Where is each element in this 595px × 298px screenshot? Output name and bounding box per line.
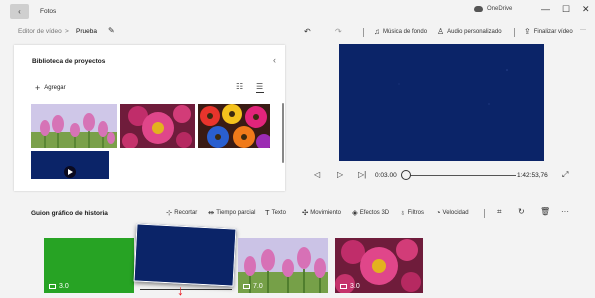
text-icon: T (265, 208, 270, 217)
motion-label: Movimiento (310, 209, 341, 216)
drag-cursor-icon: ↓ (177, 282, 184, 298)
step-forward-icon[interactable]: ▷| (358, 170, 366, 179)
minimize-button[interactable]: — (541, 4, 550, 14)
library-thumbnail-pink-gerbera[interactable] (120, 104, 195, 148)
crop-button[interactable]: ⊹ Recortar (166, 208, 197, 217)
speed-button[interactable]: ◔ Velocidad (436, 208, 469, 217)
grid-view-icon[interactable]: ☷ (236, 82, 243, 91)
storyboard-card-color[interactable]: 3.0 (44, 238, 134, 293)
back-arrow-icon: ‹ (18, 6, 21, 16)
effects-3d-button[interactable]: ◈ Efectos 3D (352, 208, 389, 217)
library-title: Biblioteca de proyectos (32, 58, 106, 65)
image-icon (49, 284, 56, 289)
breadcrumb-project-name: Prueba (76, 28, 97, 35)
video-preview[interactable] (339, 44, 544, 161)
close-button[interactable]: ✕ (582, 4, 590, 15)
image-icon (243, 284, 250, 289)
card-duration: 7.0 (243, 283, 263, 290)
filters-label: Filtros (407, 209, 424, 216)
library-thumbnail-colorful-gerberas[interactable] (198, 104, 270, 148)
add-label: Agregar (44, 85, 66, 91)
drop-indicator (140, 289, 232, 290)
image-icon (340, 284, 347, 289)
library-thumbnail-video[interactable] (31, 151, 109, 179)
add-button[interactable]: + Agregar (35, 83, 66, 93)
onedrive-label: OneDrive (487, 6, 513, 12)
storyboard-card-pink-gerbera[interactable]: 3.0 (335, 238, 423, 293)
pencil-icon[interactable]: ✎ (108, 26, 115, 35)
storyboard-card-tulips[interactable]: 7.0 (238, 238, 328, 293)
background-music-button[interactable]: ♫ Música de fondo (374, 27, 427, 36)
cube-icon: ◈ (352, 208, 358, 217)
text-button[interactable]: T Texto (265, 208, 286, 217)
card-duration-value: 7.0 (253, 283, 263, 290)
library-scrollbar[interactable] (282, 103, 284, 163)
card-duration: 3.0 (340, 283, 360, 290)
toolbar-divider (514, 28, 515, 37)
current-time: 0:03.00 (375, 172, 397, 179)
seek-track[interactable] (408, 175, 516, 176)
split-button[interactable]: ⇹ Tiempo parcial (208, 208, 255, 217)
redo-button[interactable]: ↷ (335, 27, 342, 36)
split-label: Tiempo parcial (216, 209, 256, 216)
playback-controls: ◁ ▷ ▷| 0:03.00 1:42:53,76 ⤢ (300, 166, 595, 186)
storyboard-card-video-dragging[interactable] (133, 223, 237, 287)
motion-icon: ✣ (302, 208, 309, 217)
total-time: 1:42:53,76 (517, 172, 548, 179)
app-title: Fotos (40, 7, 57, 15)
more-options-button[interactable]: ··· (580, 27, 586, 33)
split-icon: ⇹ (208, 208, 215, 217)
music-note-icon: ♫ (374, 27, 380, 36)
motion-button[interactable]: ✣ Movimiento (302, 208, 341, 217)
card-duration-value: 3.0 (350, 283, 360, 290)
onedrive-status[interactable]: OneDrive (474, 6, 512, 12)
active-view-indicator (256, 92, 264, 93)
storyboard-toolbar-divider (484, 209, 485, 218)
seek-slider-thumb[interactable] (401, 170, 411, 180)
export-icon: ⇪ (524, 27, 531, 36)
custom-audio-button[interactable]: ♙ Audio personalizado (437, 27, 502, 36)
rewind-icon[interactable]: ◁ (314, 170, 320, 179)
plus-icon: + (35, 83, 41, 93)
collapse-chevron-icon[interactable]: ‹ (273, 55, 276, 65)
delete-icon[interactable]: 🗑 (540, 207, 550, 216)
speed-label: Velocidad (442, 209, 469, 216)
storyboard-title: Guion gráfico de historia (31, 210, 108, 217)
more-icon: ··· (580, 27, 586, 33)
fullscreen-icon[interactable]: ⤢ (562, 170, 568, 180)
breadcrumb-separator: > (65, 28, 69, 35)
finish-video-label: Finalizar vídeo (533, 28, 573, 35)
maximize-button[interactable]: ☐ (562, 4, 570, 15)
rotate-icon[interactable]: ↻ (518, 207, 525, 216)
card-duration: 3.0 (49, 283, 69, 290)
library-thumbnail-tulips[interactable] (31, 104, 117, 148)
back-button[interactable]: ‹ (10, 3, 29, 19)
play-icon[interactable]: ▷ (337, 170, 343, 179)
background-music-label: Música de fondo (383, 28, 428, 35)
list-view-icon[interactable]: ☰ (256, 82, 263, 91)
crop-icon: ⊹ (166, 208, 173, 217)
project-library-panel: Biblioteca de proyectos ‹ + Agregar ☷ ☰ (14, 45, 285, 191)
redo-icon: ↷ (335, 27, 342, 36)
card-duration-value: 3.0 (59, 283, 69, 290)
undo-button[interactable]: ↶ (304, 27, 311, 36)
finish-video-button[interactable]: ⇪ Finalizar vídeo (524, 27, 573, 36)
toolbar-divider (363, 28, 364, 37)
breadcrumb-video-editor[interactable]: Editor de vídeo (18, 28, 62, 35)
effects-3d-label: Efectos 3D (359, 209, 390, 216)
text-label: Texto (271, 209, 286, 216)
cloud-icon (474, 6, 483, 12)
command-bar: Editor de vídeo > Prueba ✎ ↶ ↷ ♫ Música … (0, 22, 595, 42)
person-audio-icon: ♙ (437, 27, 445, 36)
undo-icon: ↶ (304, 27, 311, 36)
filter-icon: ♁ (400, 208, 406, 217)
speedometer-icon: ◔ (436, 208, 441, 217)
more-storyboard-icon[interactable]: ··· (561, 207, 569, 216)
crop-label: Recortar (174, 209, 198, 216)
resize-icon[interactable]: ⌗ (497, 207, 502, 217)
filters-button[interactable]: ♁ Filtros (400, 208, 424, 217)
custom-audio-label: Audio personalizado (447, 28, 502, 35)
